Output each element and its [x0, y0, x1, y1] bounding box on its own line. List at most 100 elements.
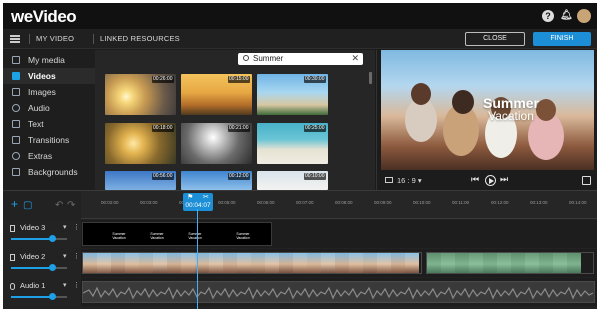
next-frame-icon[interactable]: ⏭: [500, 174, 508, 185]
video-thumbnail[interactable]: 00:10:00: [257, 171, 328, 190]
more-options-icon[interactable]: ⋮: [73, 252, 80, 260]
track-lane[interactable]: [81, 278, 597, 306]
clip-caption: Summer Vacation: [112, 232, 126, 240]
sidebar-item-transitions[interactable]: Transitions: [3, 132, 95, 148]
clip-caption: Summer Vacation: [150, 232, 164, 240]
volume-fill: [11, 267, 53, 269]
search-value: Summer: [253, 54, 284, 63]
more-options-icon[interactable]: ⋮: [73, 223, 80, 231]
sidebar-item-label: Backgrounds: [28, 167, 78, 177]
sidebar-item-images[interactable]: Images: [3, 84, 95, 100]
redo-icon[interactable]: ↷: [67, 200, 75, 211]
video-thumbnail[interactable]: 00:12:00: [181, 171, 252, 190]
thumbnail-duration: 00:12:00: [227, 173, 250, 180]
video-track-icon: [10, 254, 15, 261]
preview-video[interactable]: Summer Vacation: [381, 50, 594, 170]
thumbnail-duration: 00:56:00: [151, 173, 174, 180]
track-menu-caret-icon[interactable]: ▾: [63, 223, 67, 231]
finish-button[interactable]: FINISH: [533, 32, 591, 46]
video-thumbnail[interactable]: 00:26:00: [105, 74, 176, 115]
playhead-line: [197, 209, 198, 309]
more-options-icon[interactable]: ⋮: [73, 281, 80, 289]
music-track-icon: [10, 283, 15, 290]
video-clip[interactable]: [82, 252, 422, 274]
sidebar-item-my-media[interactable]: My media: [3, 52, 95, 68]
track-volume-slider[interactable]: [11, 293, 67, 300]
menu-divider: [93, 34, 94, 44]
video-clip[interactable]: [426, 252, 594, 274]
menu-bar: MY VIDEO LINKED RESOURCES CLOSE FINISH: [3, 29, 597, 49]
sidebar-item-label: Transitions: [28, 135, 70, 145]
track-lane[interactable]: [81, 249, 597, 277]
backgrounds-icon: [12, 168, 20, 176]
track-menu-caret-icon[interactable]: ▾: [63, 252, 67, 260]
volume-knob[interactable]: [49, 293, 56, 300]
marker-pin-icon[interactable]: ⚑: [187, 193, 193, 201]
fullscreen-icon[interactable]: [582, 176, 591, 185]
audio-clip[interactable]: [82, 281, 595, 303]
select-tool-icon[interactable]: ▢: [23, 200, 32, 211]
track-name: Audio 1: [20, 281, 46, 290]
sidebar-item-text[interactable]: Text: [3, 116, 95, 132]
track-name: Video 2: [20, 252, 46, 261]
timeline-ruler[interactable]: 00:02:00 00:03:00 00:04:00 00:05:00 00:0…: [81, 191, 597, 219]
ruler-tick: 00:07:00: [296, 200, 314, 205]
avatar[interactable]: [577, 9, 591, 23]
question-icon[interactable]: ?: [542, 10, 554, 22]
thumbnail-duration: 00:26:00: [151, 76, 174, 83]
sidebar-item-videos[interactable]: Videos: [3, 68, 95, 84]
sidebar-item-audio[interactable]: Audio: [3, 100, 95, 116]
folder-icon: [12, 56, 20, 64]
video-thumbnail[interactable]: 00:21:00: [181, 123, 252, 164]
ruler-tick: 00:13:00: [530, 200, 548, 205]
video-thumbnail[interactable]: 00:15:00: [181, 74, 252, 115]
ruler-tick: 00:14:00: [569, 200, 587, 205]
hamburger-menu-icon[interactable]: [10, 35, 20, 43]
title-clip[interactable]: Summer Vacation Summer Vacation Summer V…: [82, 222, 272, 246]
track-video-2: Video 2 ▾ ⋮: [3, 249, 597, 277]
volume-knob[interactable]: [49, 264, 56, 271]
track-volume-slider[interactable]: [11, 235, 67, 242]
ruler-tick: 00:11:00: [452, 200, 470, 205]
thumbnail-duration: 00:25:00: [303, 125, 326, 132]
video-thumbnail[interactable]: 00:25:00: [257, 123, 328, 164]
clear-search-icon[interactable]: ✕: [351, 53, 359, 64]
sidebar-item-extras[interactable]: Extras: [3, 148, 95, 164]
track-menu-caret-icon[interactable]: ▾: [63, 281, 67, 289]
track-audio-1: Audio 1 ▾ ⋮: [3, 278, 597, 306]
track-header: Audio 1 ▾ ⋮: [3, 278, 81, 306]
thumbnail-duration: 00:10:00: [303, 173, 326, 180]
video-thumbnail[interactable]: 00:30:00: [257, 74, 328, 115]
search-icon: [243, 55, 249, 61]
transition-icon: [12, 136, 20, 144]
track-lane[interactable]: Summer Vacation Summer Vacation Summer V…: [81, 220, 597, 248]
sidebar-item-label: Videos: [28, 71, 56, 81]
track-name: Video 3: [20, 223, 46, 232]
video-thumbnail[interactable]: 00:56:00: [105, 171, 176, 190]
previous-frame-icon[interactable]: ⏮: [471, 174, 479, 185]
ruler-tick: 00:05:00: [218, 200, 236, 205]
sidebar-item-backgrounds[interactable]: Backgrounds: [3, 164, 95, 180]
app-logo[interactable]: weVideo: [11, 7, 77, 27]
undo-icon[interactable]: ↶: [55, 200, 63, 211]
thumbnail-duration: 00:18:00: [151, 125, 174, 132]
volume-fill: [11, 238, 53, 240]
scissors-icon[interactable]: ✂: [203, 193, 209, 201]
volume-knob[interactable]: [49, 235, 56, 242]
linked-resources-link[interactable]: LINKED RESOURCES: [100, 34, 180, 43]
thumbnail-duration: 00:21:00: [227, 125, 250, 132]
play-icon[interactable]: [485, 175, 496, 186]
menu-divider: [29, 34, 30, 44]
preview-panel: Summer Vacation 16 : 9 ▾ ⏮ ⏭: [376, 50, 597, 190]
clip-caption: Summer Vacation: [188, 232, 202, 240]
add-track-icon[interactable]: +: [11, 197, 18, 211]
library-scrollbar[interactable]: [369, 72, 372, 84]
video-thumbnail[interactable]: 00:18:00: [105, 123, 176, 164]
aspect-ratio-select[interactable]: 16 : 9 ▾: [397, 176, 422, 185]
search-input[interactable]: Summer ✕: [238, 53, 363, 65]
bell-icon[interactable]: 🔔︎: [560, 10, 573, 22]
close-button[interactable]: CLOSE: [465, 32, 525, 46]
my-video-link[interactable]: MY VIDEO: [36, 34, 74, 43]
text-icon: [12, 120, 20, 128]
track-volume-slider[interactable]: [11, 264, 67, 271]
